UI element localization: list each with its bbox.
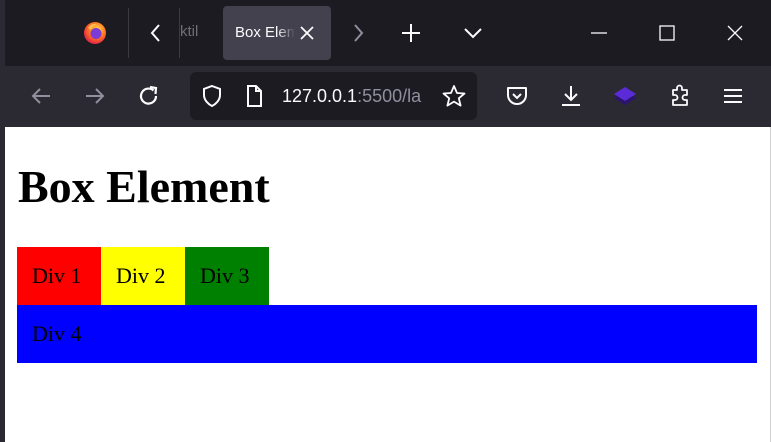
box-div-4: Div 4 <box>17 305 757 363</box>
forward-icon[interactable] <box>83 84 107 108</box>
page-heading: Box Element <box>18 161 270 212</box>
tab-title: Box Element <box>235 24 295 41</box>
reload-icon[interactable] <box>137 84 161 108</box>
tab-active[interactable]: Box Element <box>223 6 331 60</box>
page-info-icon[interactable] <box>244 84 264 108</box>
url-host: 127.0.0.1 <box>282 86 358 106</box>
extension-layers-icon[interactable] <box>612 84 638 108</box>
firefox-logo-icon <box>84 22 106 44</box>
box-div-3: Div 3 <box>185 247 269 305</box>
tab-inactive[interactable]: ktil <box>180 23 202 40</box>
url-bar[interactable]: 127.0.0.1:5500/la <box>190 72 477 120</box>
box-div-1: Div 1 <box>17 247 101 305</box>
maximize-icon[interactable] <box>657 23 677 43</box>
tracking-protection-shield-icon[interactable] <box>200 84 224 108</box>
close-window-icon[interactable] <box>725 23 745 43</box>
extensions-puzzle-icon[interactable] <box>668 84 692 108</box>
tab-close-icon[interactable] <box>298 24 316 42</box>
navigation-toolbar: 127.0.0.1:5500/la <box>0 66 771 127</box>
minimize-icon[interactable] <box>589 23 609 43</box>
tab-strip: ktil Box Element <box>0 0 771 442</box>
box-div-2: Div 2 <box>101 247 185 305</box>
hamburger-menu-icon[interactable] <box>721 84 745 108</box>
url-text[interactable]: 127.0.0.1:5500/la <box>282 86 421 107</box>
new-tab-icon[interactable] <box>400 22 422 44</box>
pocket-icon[interactable] <box>505 84 529 108</box>
back-icon[interactable] <box>29 84 53 108</box>
list-all-tabs-icon[interactable] <box>462 22 484 44</box>
page-content: Box Element Div 1 Div 2 Div 3 Div 4 <box>5 127 771 442</box>
tab-scroll-right-icon[interactable] <box>347 20 369 46</box>
tab-separator <box>128 8 129 58</box>
url-path: :5500/la <box>357 86 422 106</box>
tab-scroll-left-icon[interactable] <box>145 20 167 46</box>
downloads-icon[interactable] <box>559 84 583 108</box>
bookmark-star-icon[interactable] <box>442 84 466 108</box>
